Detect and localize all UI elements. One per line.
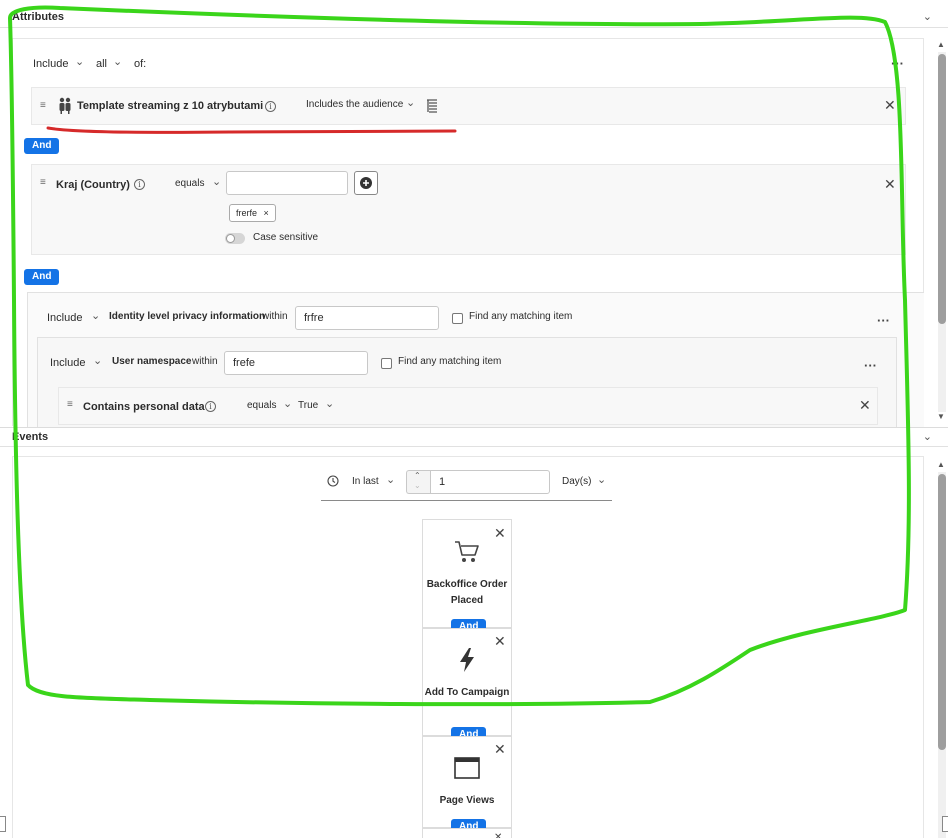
green-annotation-outline bbox=[8, 5, 911, 707]
annotation-overlay bbox=[8, 5, 911, 707]
red-annotation-underline bbox=[46, 126, 457, 134]
